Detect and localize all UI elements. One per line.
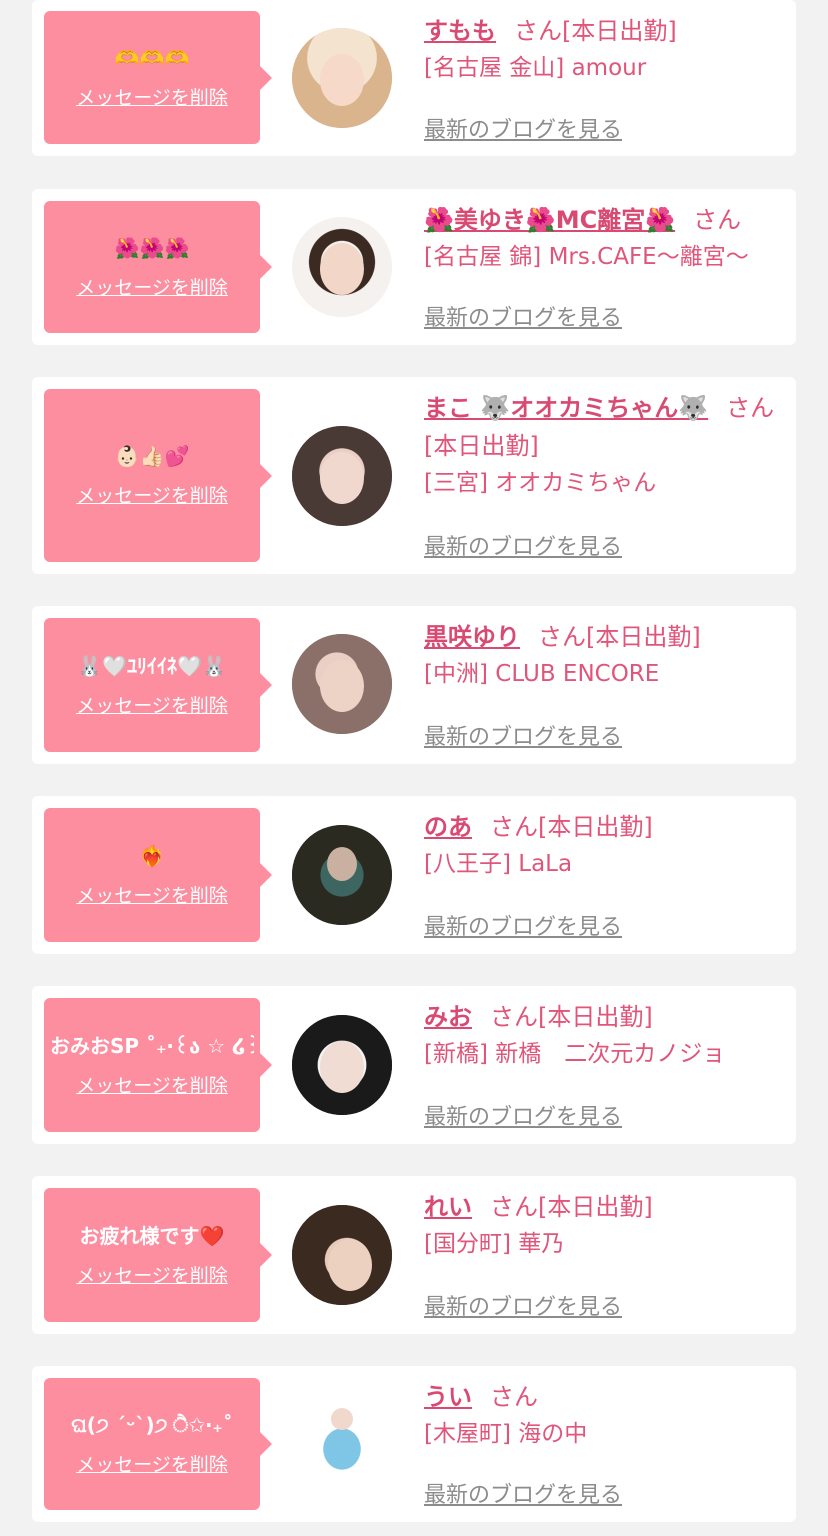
shop-label: [中洲] CLUB ENCORE [424,661,660,687]
latest-blog-link[interactable]: 最新のブログを見る [424,1099,622,1131]
avatar[interactable] [292,634,392,734]
shop-label: [国分町] 華乃 [424,1231,565,1257]
delete-message-link[interactable]: メッセージを削除 [76,83,228,110]
delete-message-link[interactable]: メッセージを削除 [76,881,228,908]
message-bubble: 👶🏻👍🏻💕 メッセージを削除 [44,389,272,562]
message-card: 👶🏻👍🏻💕 メッセージを削除 まこ 🐺オオカミちゃん🐺 さん [本日出勤] [三宮]… [32,377,796,574]
shop-label: [三宮] オオカミちゃん [424,470,657,496]
message-card: ଘ(੭ ˊᵕˋ)੭ ੈ✩‧₊˚ メッセージを削除 うい さん [木屋町] 海の中 … [32,1366,796,1522]
cast-info: すもも さん[本日出勤] [名古屋 金山] amour [424,12,782,86]
delete-message-link[interactable]: メッセージを削除 [76,1450,228,1477]
status-tag: [本日出勤] [424,432,539,460]
delete-message-link[interactable]: メッセージを削除 [76,273,228,300]
delete-message-link[interactable]: メッセージを削除 [76,691,228,718]
cast-info: 黒咲ゆり さん[本日出勤] [中洲] CLUB ENCORE [424,618,782,692]
avatar[interactable] [292,28,392,128]
message-bubble: 🫶🫶🫶 メッセージを削除 [44,11,272,144]
avatar[interactable] [292,217,392,317]
status-tag: [本日出勤] [586,623,701,651]
message-text: ❤️‍🔥 [139,843,165,868]
message-bubble: お疲れ様です❤️ メッセージを削除 [44,1188,272,1322]
latest-blog-link[interactable]: 最新のブログを見る [424,1289,622,1321]
status-tag: [本日出勤] [538,1003,653,1031]
avatar[interactable] [292,825,392,925]
shop-label: [新橋] 新橋 二次元カノジョ [424,1041,726,1067]
message-bubble: ❤️‍🔥 メッセージを削除 [44,808,272,942]
honorific-label: さん [514,17,562,45]
cast-name-link[interactable]: みお [424,1003,472,1031]
status-tag: [本日出勤] [538,813,653,841]
cast-info: みお さん[本日出勤] [新橋] 新橋 二次元カノジョ [424,998,782,1072]
avatar[interactable] [292,1205,392,1305]
message-bubble: 🐰🤍ﾕﾘｲｲﾈ🤍🐰 メッセージを削除 [44,618,272,752]
cast-name-link[interactable]: すもも [424,17,496,45]
message-card: おみおSP ˚₊‧꒰ა ☆ ໒꒱ ‧₊˚ メッセージを削除 みおさん[本日出勤]… [32,986,796,1144]
shop-label: [名古屋 金山] amour [424,55,647,81]
message-list: 🫶🫶🫶 メッセージを削除 すもも さん[本日出勤] [名古屋 金山] amour … [0,0,828,1536]
message-text: おみおSP ˚₊‧꒰ა ☆ ໒꒱ ‧₊˚ [50,1033,254,1058]
cast-name-link[interactable]: のあ [424,813,472,841]
message-text: ଘ(੭ ˊᵕˋ)੭ ੈ✩‧₊˚ [71,1412,233,1437]
honorific-label: さん [693,206,742,234]
avatar[interactable] [292,1015,392,1115]
honorific-label: さん [538,623,586,651]
cast-name-link[interactable]: まこ 🐺オオカミちゃん🐺 [424,394,708,422]
latest-blog-link[interactable]: 最新のブログを見る [424,112,622,144]
cast-info: うい さん [木屋町] 海の中 [424,1378,782,1452]
message-text: 🌺🌺🌺 [114,235,190,260]
honorific-label: さん [726,394,775,422]
status-tag: [本日出勤] [562,17,677,45]
message-bubble: ଘ(੭ ˊᵕˋ)੭ ੈ✩‧₊˚ メッセージを削除 [44,1378,272,1510]
avatar[interactable] [292,426,392,526]
honorific-label: さん [490,1193,538,1221]
latest-blog-link[interactable]: 最新のブログを見る [424,529,622,561]
message-card: 🐰🤍ﾕﾘｲｲﾈ🤍🐰 メッセージを削除 黒咲ゆり さん[本日出勤] [中洲] CLU… [32,606,796,764]
cast-info: 🌺美ゆき🌺MC離宮🌺 さん [名古屋 錦] Mrs.CAFE〜離宮〜 [424,201,782,275]
message-card: 🌺🌺🌺 メッセージを削除 🌺美ゆき🌺MC離宮🌺 さん [名古屋 錦] Mrs.CA… [32,189,796,345]
message-text: 🫶🫶🫶 [114,46,190,70]
cast-info: まこ 🐺オオカミちゃん🐺 さん [本日出勤] [三宮] オオカミちゃん [424,389,782,501]
message-bubble: 🌺🌺🌺 メッセージを削除 [44,201,272,333]
cast-info: のあ さん[本日出勤] [八王子] LaLa [424,808,782,882]
cast-info: れい さん[本日出勤] [国分町] 華乃 [424,1188,782,1262]
message-text: 🐰🤍ﾕﾘｲｲﾈ🤍🐰 [77,653,227,678]
message-card: ❤️‍🔥 メッセージを削除 のあ さん[本日出勤] [八王子] LaLa 最新のブ… [32,796,796,954]
status-tag: [本日出勤] [538,1193,653,1221]
honorific-label: さん [490,1003,538,1031]
cast-name-link[interactable]: うい [424,1383,472,1411]
message-bubble: おみおSP ˚₊‧꒰ა ☆ ໒꒱ ‧₊˚ メッセージを削除 [44,998,272,1132]
honorific-label: さん [490,813,538,841]
honorific-label: さん [490,1383,538,1411]
delete-message-link[interactable]: メッセージを削除 [76,1071,228,1098]
delete-message-link[interactable]: メッセージを削除 [76,481,228,508]
latest-blog-link[interactable]: 最新のブログを見る [424,719,622,751]
message-card: 🫶🫶🫶 メッセージを削除 すもも さん[本日出勤] [名古屋 金山] amour … [32,0,796,156]
delete-message-link[interactable]: メッセージを削除 [76,1261,228,1288]
shop-label: [木屋町] 海の中 [424,1421,588,1447]
shop-label: [名古屋 錦] Mrs.CAFE〜離宮〜 [424,244,749,270]
cast-name-link[interactable]: 黒咲ゆり [424,623,520,651]
latest-blog-link[interactable]: 最新のブログを見る [424,1477,622,1509]
avatar[interactable] [292,1394,392,1494]
cast-name-link[interactable]: れい [424,1193,472,1221]
message-card: お疲れ様です❤️ メッセージを削除 れい さん[本日出勤] [国分町] 華乃 最新… [32,1176,796,1334]
latest-blog-link[interactable]: 最新のブログを見る [424,300,622,332]
cast-name-link[interactable]: 🌺美ゆき🌺MC離宮🌺 [424,206,675,234]
message-text: お疲れ様です❤️ [79,1223,225,1248]
shop-label: [八王子] LaLa [424,851,573,877]
message-text: 👶🏻👍🏻💕 [114,444,190,468]
latest-blog-link[interactable]: 最新のブログを見る [424,909,622,941]
